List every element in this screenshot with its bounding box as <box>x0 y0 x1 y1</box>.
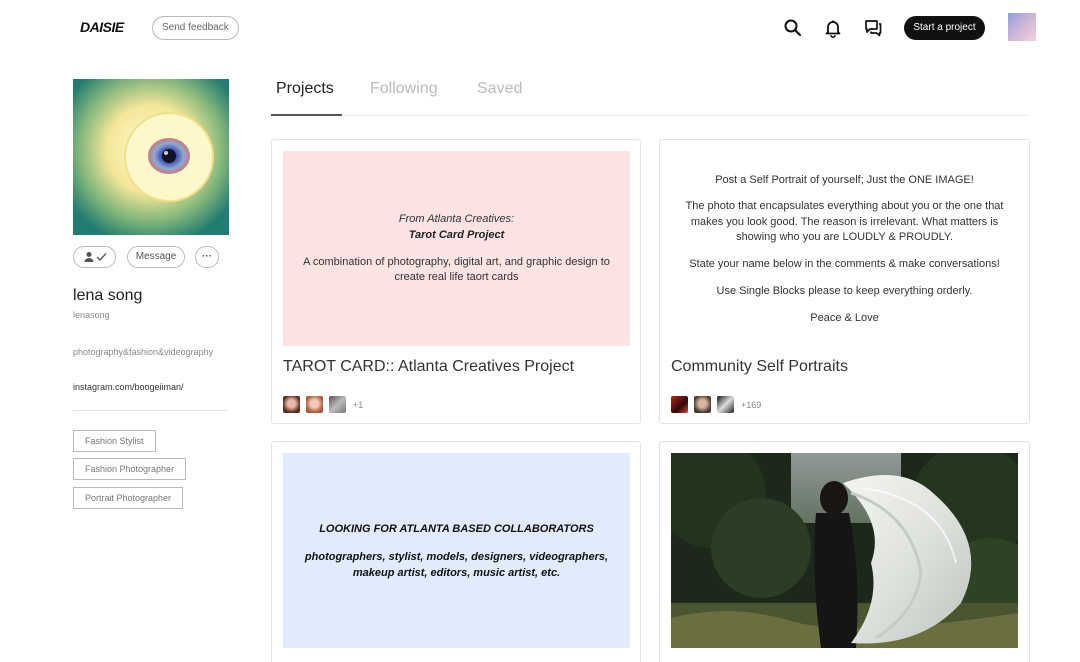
project-cover: Post a Self Portrait of yourself; Just t… <box>671 151 1018 346</box>
member-avatar[interactable] <box>329 396 346 413</box>
cover-line: From Atlanta Creatives: <box>398 213 515 225</box>
notification-bell-icon[interactable] <box>823 18 843 38</box>
member-avatar[interactable] <box>694 396 711 413</box>
messages-icon[interactable] <box>863 18 883 38</box>
project-cover: LOOKING FOR ATLANTA BASED COLLABORATORS … <box>283 453 630 648</box>
outdoor-portrait-photo <box>660 442 1029 648</box>
profile-name: lena song <box>73 287 143 304</box>
instagram-link[interactable]: instagram.com/boogeiiman/ <box>73 382 184 392</box>
follow-toggle-button[interactable] <box>73 246 116 268</box>
user-avatar[interactable] <box>1008 13 1036 41</box>
search-icon[interactable] <box>783 18 803 38</box>
daisie-logo[interactable]: DAISIE <box>80 19 124 35</box>
member-avatars: +169 <box>671 396 761 413</box>
profile-picture <box>73 79 229 235</box>
cover-subtext: photographers, stylist, models, designer… <box>304 551 609 579</box>
profile-artwork <box>73 79 229 235</box>
profile-bio: photography&fashion&videography <box>73 347 214 357</box>
cover-paragraph: The photo that encapsulates everything a… <box>685 200 1004 243</box>
cover-paragraph: Peace & Love <box>810 312 879 324</box>
project-card-photo[interactable] <box>659 441 1030 662</box>
project-card-collaborators[interactable]: LOOKING FOR ATLANTA BASED COLLABORATORS … <box>271 441 641 662</box>
member-avatar[interactable] <box>283 396 300 413</box>
active-tab-indicator <box>271 114 342 116</box>
sidebar-divider <box>73 410 228 411</box>
top-bar: DAISIE Send feedback Start a project <box>0 0 1080 56</box>
project-cover-photo <box>660 442 1029 648</box>
project-title[interactable]: TAROT CARD:: Atlanta Creatives Project <box>283 358 574 376</box>
member-count: +169 <box>741 399 762 410</box>
project-cover: From Atlanta Creatives: Tarot Card Proje… <box>283 151 630 346</box>
cover-line: A combination of photography, digital ar… <box>303 256 610 283</box>
tab-projects[interactable]: Projects <box>276 80 334 98</box>
project-card-self-portraits[interactable]: Post a Self Portrait of yourself; Just t… <box>659 139 1030 424</box>
cover-paragraph: State your name below in the comments & … <box>689 258 1000 270</box>
tab-following[interactable]: Following <box>370 80 438 98</box>
start-project-button[interactable]: Start a project <box>904 16 985 40</box>
tag-portrait-photographer[interactable]: Portrait Photographer <box>73 487 184 509</box>
member-avatar[interactable] <box>717 396 734 413</box>
cover-heading: LOOKING FOR ATLANTA BASED COLLABORATORS <box>319 523 594 535</box>
member-avatars: +1 <box>283 396 363 413</box>
cover-paragraph: Use Single Blocks please to keep everyth… <box>716 285 973 297</box>
send-feedback-button[interactable]: Send feedback <box>152 16 239 40</box>
user-check-icon <box>84 252 106 262</box>
message-button[interactable]: Message <box>127 246 185 268</box>
project-card-tarot[interactable]: From Atlanta Creatives: Tarot Card Proje… <box>271 139 641 424</box>
tabs-divider <box>271 115 1029 116</box>
cover-line: Tarot Card Project <box>408 229 505 241</box>
tag-fashion-photographer[interactable]: Fashion Photographer <box>73 458 187 480</box>
member-avatar[interactable] <box>306 396 323 413</box>
member-count: +1 <box>353 399 364 410</box>
profile-handle: lenasong <box>73 310 110 320</box>
member-avatar[interactable] <box>671 396 688 413</box>
tab-saved[interactable]: Saved <box>477 80 522 98</box>
more-options-button[interactable]: ··· <box>195 246 219 268</box>
project-title[interactable]: Community Self Portraits <box>671 358 848 376</box>
tag-fashion-stylist[interactable]: Fashion Stylist <box>73 430 156 452</box>
cover-paragraph: Post a Self Portrait of yourself; Just t… <box>715 174 974 186</box>
